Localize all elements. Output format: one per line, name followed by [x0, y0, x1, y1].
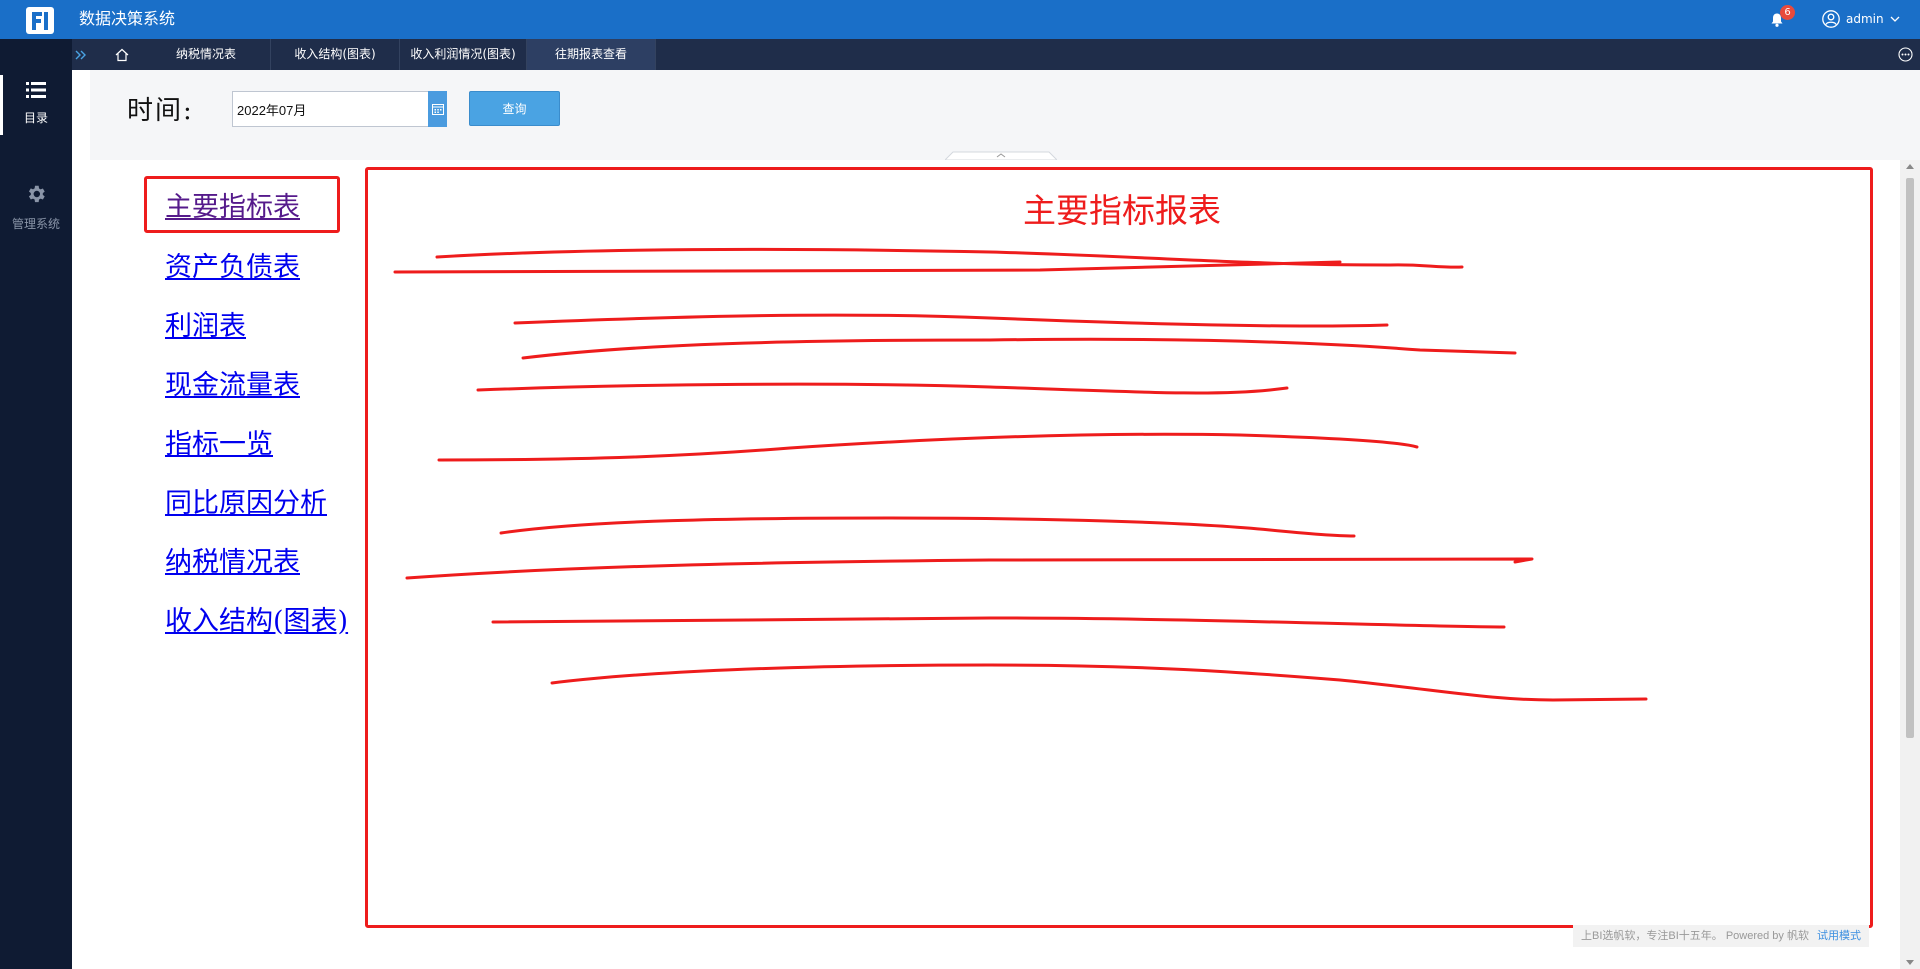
time-label: 时间:: [127, 96, 194, 126]
gear-icon: [28, 185, 45, 203]
scribble-line: [499, 516, 1356, 538]
finereport-logo-icon: [26, 7, 54, 34]
username: admin: [1846, 12, 1884, 26]
active-indicator: [0, 75, 3, 135]
more-options-icon[interactable]: [1898, 47, 1913, 62]
user-menu[interactable]: admin: [1822, 8, 1900, 30]
top-header: 数据决策系统 6 admin: [0, 0, 1920, 39]
app-title: 数据决策系统: [79, 9, 176, 28]
tab-income-structure[interactable]: 收入结构(图表): [271, 39, 400, 70]
scrollbar-thumb[interactable]: [1906, 178, 1914, 738]
date-input[interactable]: [232, 91, 431, 127]
scribble-line: [435, 247, 1464, 269]
home-tab[interactable]: [106, 39, 138, 70]
home-icon: [115, 48, 129, 61]
scribble-line: [521, 337, 1517, 360]
footer-text: 上BI选帆软，专注BI十五年。 Powered by 帆软: [1581, 930, 1809, 942]
scroll-up-arrow-icon[interactable]: [1906, 164, 1914, 169]
scribble-line: [393, 260, 1342, 274]
expand-sidebar-button[interactable]: [72, 39, 90, 70]
redaction-scribbles: [393, 247, 1648, 702]
tab-past-reports[interactable]: 往期报表查看: [527, 39, 656, 70]
scribble-line: [513, 313, 1389, 328]
collapse-filter-handle[interactable]: [945, 151, 1057, 160]
query-button[interactable]: 查询: [469, 91, 560, 126]
scribble-line: [550, 663, 1648, 702]
scroll-down-arrow-icon[interactable]: [1906, 960, 1914, 965]
date-picker-button[interactable]: [428, 91, 447, 127]
tab-income-profit[interactable]: 收入利润情况(图表): [400, 39, 527, 70]
footer-branding: 上BI选帆软，专注BI十五年。 Powered by 帆软 试用模式: [1573, 925, 1869, 947]
scribble-line: [405, 556, 1534, 580]
rail-item-label: 目录: [23, 111, 48, 125]
list-icon: [26, 82, 46, 98]
tab-bar: 纳税情况表 收入结构(图表) 收入利润情况(图表) 往期报表查看: [72, 39, 1920, 70]
trial-mode-link[interactable]: 试用模式: [1817, 930, 1861, 942]
scribble-line: [437, 432, 1419, 462]
user-avatar-icon: [1822, 10, 1840, 28]
chevron-down-icon: [1890, 16, 1900, 22]
rail-item-admin[interactable]: 管理系统: [0, 183, 72, 243]
calendar-icon: [431, 104, 444, 115]
rail-item-label: 管理系统: [11, 217, 60, 231]
content-area: 时间: 查询 主要指标表 资产负债表 利润表 现金流量表 指标一览 同比原因分析…: [90, 70, 1920, 969]
filter-bar: 时间: 查询: [90, 70, 1920, 160]
rail-item-catalog[interactable]: 目录: [0, 75, 72, 135]
double-chevron-right-icon: [75, 50, 86, 59]
vertical-scrollbar[interactable]: [1900, 160, 1920, 969]
scribble-line: [476, 382, 1289, 395]
left-rail: 目录 管理系统: [0, 39, 72, 969]
tab-tax-status[interactable]: 纳税情况表: [142, 39, 271, 70]
scribble-line: [491, 616, 1506, 629]
report-area: 主要指标表 资产负债表 利润表 现金流量表 指标一览 同比原因分析 纳税情况表 …: [90, 160, 1900, 969]
notification-badge: 6: [1780, 5, 1795, 20]
